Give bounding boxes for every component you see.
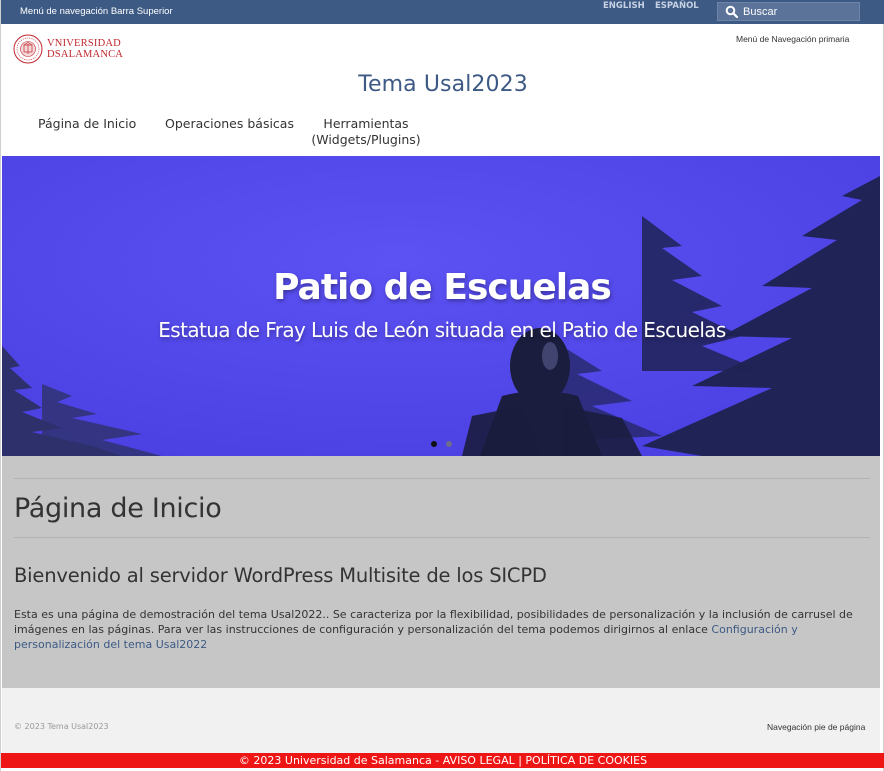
language-english-link[interactable]: ENGLISH: [603, 1, 645, 11]
welcome-heading: Bienvenido al servidor WordPress Multisi…: [14, 564, 547, 587]
nav-item-inicio[interactable]: Página de Inicio: [38, 116, 136, 132]
top-bar: Menú de navegación Barra Superior ENGLIS…: [1, 0, 884, 24]
legal-copyright: © 2023 Universidad de Salamanca: [238, 754, 432, 767]
legal-notice-link[interactable]: AVISO LEGAL: [443, 753, 515, 768]
search-box[interactable]: [717, 2, 860, 21]
page: Menú de navegación Barra Superior ENGLIS…: [0, 0, 884, 771]
legal-bar: © 2023 Universidad de Salamanca - AVISO …: [1, 753, 884, 768]
footer-copyright: © 2023 Tema Usal2023: [14, 722, 109, 731]
hero-subtitle: Estatua de Fray Luis de León situada en …: [158, 318, 726, 342]
intro-paragraph: Esta es una página de demostración del t…: [14, 607, 872, 652]
university-wordmark: VNIVERSIDAD DSALAMANCA: [47, 38, 123, 60]
site-footer: © 2023 Tema Usal2023 Navegación pie de p…: [2, 688, 880, 753]
site-title-text[interactable]: Tema Usal2023: [358, 72, 528, 97]
hero-caption: Patio de Escuelas Estatua de Fray Luis d…: [2, 156, 880, 456]
logo-line-2: DSALAMANCA: [47, 49, 124, 60]
cookie-policy-link[interactable]: POLÍTICA DE COOKIES: [525, 753, 647, 768]
university-seal-icon: [13, 34, 43, 64]
page-title: Página de Inicio: [14, 493, 222, 524]
nav-item-herramientas[interactable]: Herramientas (Widgets/Plugins): [311, 116, 421, 148]
legal-separator: -: [431, 754, 443, 767]
university-logo[interactable]: VNIVERSIDAD DSALAMANCA: [13, 33, 123, 65]
search-icon[interactable]: [725, 5, 739, 19]
main-content: Página de Inicio Bienvenido al servidor …: [2, 456, 880, 688]
top-bar-menu-link[interactable]: Menú de navegación Barra Superior: [20, 6, 173, 17]
primary-navigation-menu[interactable]: Menú de Navegación primaria: [736, 34, 849, 44]
hero-title: Patio de Escuelas: [273, 267, 612, 308]
divider: [14, 478, 870, 479]
search-input[interactable]: [743, 4, 855, 20]
site-title[interactable]: Tema Usal2023: [1, 72, 884, 97]
divider: [14, 537, 870, 538]
nav-item-operaciones[interactable]: Operaciones básicas: [165, 116, 294, 132]
logo-line-1: VNIVERSIDAD: [47, 38, 121, 49]
footer-navigation-link[interactable]: Navegación pie de página: [767, 722, 865, 732]
legal-separator: |: [514, 754, 526, 767]
language-spanish-link[interactable]: ESPAÑOL: [655, 1, 699, 11]
